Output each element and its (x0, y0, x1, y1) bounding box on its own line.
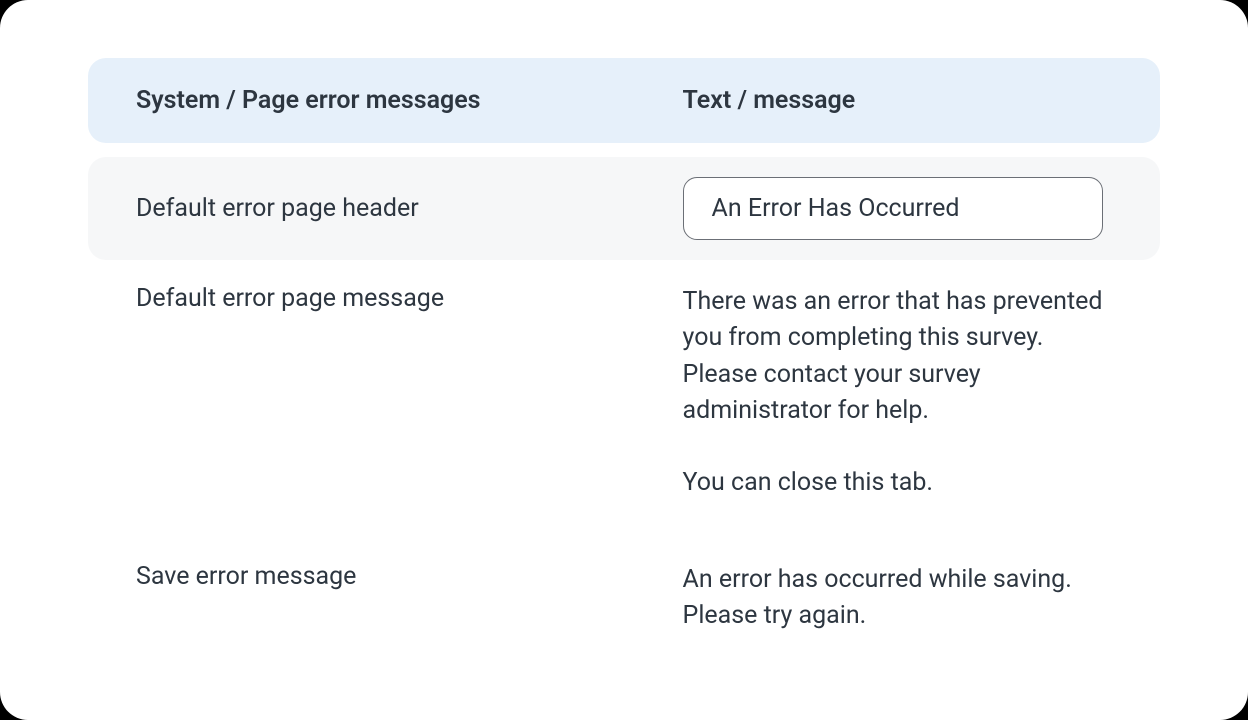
error-messages-table: System / Page error messages Text / mess… (88, 58, 1160, 658)
settings-card: System / Page error messages Text / mess… (0, 0, 1248, 720)
table-row: Save error message An error has occurred… (88, 562, 1160, 659)
table-row: Default error page message There was an … (88, 260, 1160, 526)
table-header-row: System / Page error messages Text / mess… (88, 58, 1160, 143)
spacer (88, 526, 1160, 562)
column-header-text: Text / message (683, 86, 856, 115)
row-label-save-error: Save error message (136, 562, 356, 591)
table-row: Default error page header An Error Has O… (88, 157, 1160, 260)
default-error-message-text[interactable]: There was an error that has prevented yo… (683, 284, 1112, 502)
spacer (88, 143, 1160, 157)
column-header-system: System / Page error messages (136, 86, 481, 115)
row-label-default-header: Default error page header (136, 194, 419, 223)
default-error-header-input[interactable]: An Error Has Occurred (683, 177, 1103, 240)
row-label-default-message: Default error page message (136, 284, 444, 313)
save-error-message-text[interactable]: An error has occurred while saving. Plea… (683, 562, 1112, 635)
